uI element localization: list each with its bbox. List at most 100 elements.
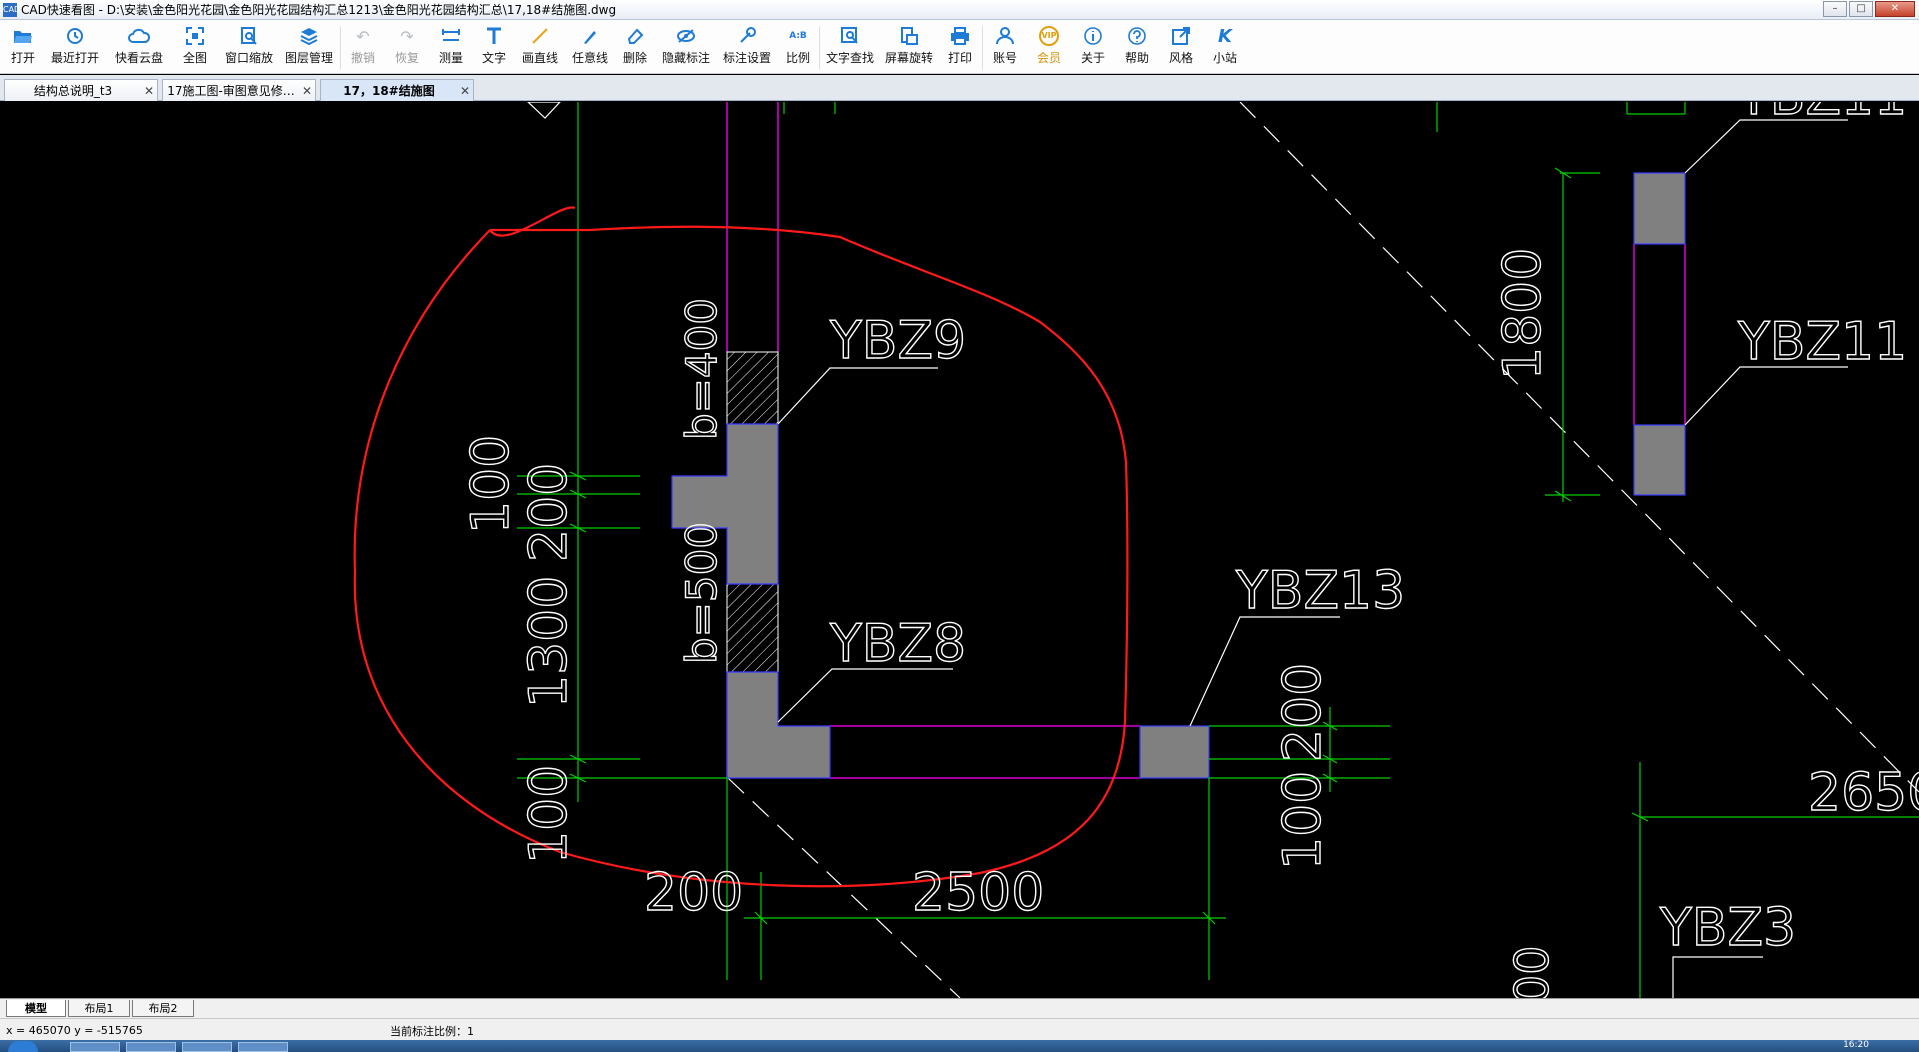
cad-drawing[interactable]: YBZ9 YBZ8 YBZ13 YBZ11 YBZ11 YBZ3 b=400 b… — [0, 102, 1919, 998]
measure-icon — [440, 26, 462, 46]
dim-200-vertical: 200 — [519, 463, 579, 562]
taskbar-app-button[interactable] — [126, 1042, 176, 1052]
tab-structural-drawing[interactable]: 17，18#结施图 ✕ — [320, 79, 474, 101]
hatched-column-b400[interactable] — [726, 351, 779, 425]
folder-open-icon — [12, 26, 34, 46]
tab-structure-notes[interactable]: 结构总说明_t3 ✕ — [4, 79, 158, 101]
column-ybz8[interactable] — [726, 671, 831, 779]
text-button[interactable]: 文字 — [473, 20, 515, 74]
style-icon — [1170, 26, 1192, 46]
freehand-icon — [579, 26, 601, 46]
tab-model[interactable]: 模型 — [6, 1000, 66, 1017]
dim-2500: 2500 — [912, 863, 1044, 923]
label-ybz9: YBZ9 — [829, 311, 966, 371]
window-zoom-icon — [238, 26, 260, 46]
drawing-labels: YBZ9 YBZ8 YBZ13 YBZ11 YBZ11 YBZ3 b=400 b… — [460, 102, 1919, 998]
site-button[interactable]: K 小站 — [1203, 20, 1247, 74]
screen-rotate-button[interactable]: 屏幕旋转 — [880, 20, 938, 74]
tab-layout2[interactable]: 布局2 — [132, 1000, 194, 1017]
layout-tab-bar: 模型 布局1 布局2 — [0, 998, 1919, 1018]
dim-00: 00 — [1505, 945, 1559, 998]
open-button[interactable]: 打开 — [4, 20, 42, 74]
hide-annotation-button[interactable]: 隐藏标注 — [655, 20, 717, 74]
delete-button[interactable]: 删除 — [615, 20, 655, 74]
document-tab-bar: 结构总说明_t3 ✕ 17施工图-审图意见修… ✕ 17，18#结施图 ✕ — [0, 75, 1919, 101]
column-ybz13[interactable] — [1139, 725, 1210, 779]
dim-2650: 2650 — [1808, 763, 1919, 823]
close-icon[interactable]: ✕ — [141, 84, 157, 98]
taskbar-app-button[interactable] — [70, 1042, 120, 1052]
label-ybz11: YBZ11 — [1737, 312, 1907, 372]
close-icon[interactable]: ✕ — [299, 84, 315, 98]
label-ybz11-top: YBZ11 — [1737, 102, 1907, 127]
help-button[interactable]: 帮助 — [1115, 20, 1159, 74]
undo-icon: ↶ — [356, 26, 370, 46]
recent-icon — [64, 26, 86, 46]
label-ybz8: YBZ8 — [829, 614, 966, 674]
measure-button[interactable]: 测量 — [429, 20, 473, 74]
text-search-button[interactable]: 文字查找 — [820, 20, 880, 74]
os-taskbar: 16:20 — [0, 1040, 1919, 1052]
taskbar-app-button[interactable] — [238, 1042, 288, 1052]
recent-open-button[interactable]: 最近打开 — [42, 20, 108, 74]
vip-button[interactable]: VIP 会员 — [1027, 20, 1071, 74]
drawing-canvas[interactable]: YBZ9 YBZ8 YBZ13 YBZ11 YBZ11 YBZ3 b=400 b… — [0, 102, 1919, 998]
draw-line-button[interactable]: 画直线 — [515, 20, 565, 74]
wall-lines — [726, 102, 1686, 779]
cloud-icon — [128, 26, 150, 46]
account-button[interactable]: 账号 — [983, 20, 1027, 74]
tab-construction-drawing[interactable]: 17施工图-审图意见修… ✕ — [162, 79, 316, 101]
annotation-settings-button[interactable]: 标注设置 — [717, 20, 777, 74]
layer-manager-button[interactable]: 图层管理 — [278, 20, 340, 74]
window-title: CAD快速看图 - D:\安装\金色阳光花园\金色阳光花园结构汇总1213\金色… — [21, 3, 617, 17]
title-bar: CAD CAD快速看图 - D:\安装\金色阳光花园\金色阳光花园结构汇总121… — [0, 0, 1919, 20]
status-bar: x = 465070 y = -515765 当前标注比例：1 — [0, 1018, 1919, 1040]
vip-icon: VIP — [1038, 26, 1060, 46]
text-search-icon — [839, 26, 861, 46]
dim-100-right: 100 — [1273, 771, 1333, 870]
close-icon[interactable]: ✕ — [457, 84, 473, 98]
dim-1300: 1300 — [519, 576, 579, 708]
scale-icon: A:B — [789, 31, 807, 41]
redo-button[interactable]: ↷ 恢复 — [385, 20, 429, 74]
minimize-icon[interactable]: – — [1823, 1, 1847, 17]
freehand-button[interactable]: 任意线 — [565, 20, 615, 74]
hide-icon — [675, 26, 697, 46]
scale-button[interactable]: A:B 比例 — [777, 20, 819, 74]
dim-200-right: 200 — [1273, 663, 1333, 762]
full-view-button[interactable]: 全图 — [170, 20, 220, 74]
dim-1800: 1800 — [1493, 248, 1553, 380]
main-toolbar: 打开 最近打开 快看云盘 全图 窗口缩放 图层管理 ↶ 撤销 ↷ 恢复 测量 文… — [0, 20, 1919, 74]
site-icon: K — [1218, 25, 1232, 47]
window-zoom-button[interactable]: 窗口缩放 — [220, 20, 278, 74]
redo-icon: ↷ — [400, 26, 414, 46]
style-button[interactable]: 风格 — [1159, 20, 1203, 74]
tab-layout1[interactable]: 布局1 — [68, 1000, 130, 1017]
taskbar-clock: 16:20 — [1843, 1040, 1869, 1050]
annotation-settings-icon — [736, 26, 758, 46]
label-b400: b=400 — [677, 298, 726, 440]
eraser-icon — [624, 26, 646, 46]
cloud-disk-button[interactable]: 快看云盘 — [108, 20, 170, 74]
dashed-axis-line — [1239, 102, 1919, 793]
column-ybz11-top[interactable] — [1633, 172, 1686, 245]
full-view-icon — [184, 26, 206, 46]
undo-button[interactable]: ↶ 撤销 — [341, 20, 385, 74]
coordinate-readout: x = 465070 y = -515765 — [6, 1024, 143, 1037]
column-ybz11[interactable] — [1633, 424, 1686, 496]
maximize-icon[interactable]: □ — [1849, 1, 1873, 17]
info-icon — [1082, 26, 1104, 46]
app-logo-icon: CAD — [3, 2, 20, 17]
label-ybz13: YBZ13 — [1235, 561, 1405, 621]
taskbar-app-button[interactable] — [182, 1042, 232, 1052]
print-button[interactable]: 打印 — [938, 20, 982, 74]
about-button[interactable]: 关于 — [1071, 20, 1115, 74]
view-marker — [527, 102, 561, 119]
window-controls: – □ ✕ — [1823, 1, 1915, 17]
layers-icon — [298, 26, 320, 46]
help-icon — [1126, 26, 1148, 46]
hatched-column-b500[interactable] — [726, 583, 779, 673]
close-icon[interactable]: ✕ — [1875, 1, 1915, 17]
start-icon[interactable] — [8, 1041, 38, 1052]
line-icon — [529, 26, 551, 46]
